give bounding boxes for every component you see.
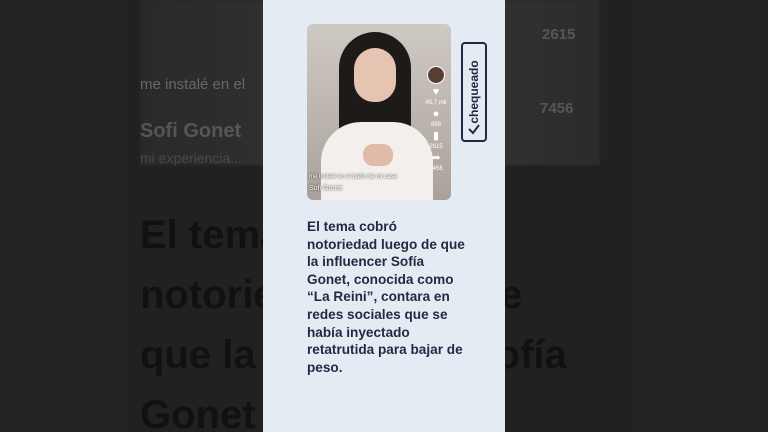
tiktok-video-thumbnail[interactable]: ♥ 45,7 mil ● 889 ▮ 2615 ➦ 7456 me instal… — [307, 24, 451, 200]
shares-count: 7456 — [429, 166, 443, 172]
saves-count: 2615 — [429, 144, 443, 150]
likes-count: 45,7 mil — [425, 100, 447, 106]
comments-count: 889 — [430, 122, 441, 128]
comment-icon[interactable]: ● — [430, 108, 442, 120]
video-caption: me instalé en el baño de mi casa — [309, 174, 397, 180]
bookmark-icon[interactable]: ▮ — [430, 130, 442, 142]
video-username[interactable]: Sofi Gonet — [309, 185, 342, 192]
article-paragraph: El tema cobró notoriedad luego de que la… — [307, 219, 465, 375]
chequeado-logo: chequeado — [461, 42, 487, 142]
person-hands — [363, 144, 393, 166]
person-face — [354, 48, 396, 102]
content-card: ♥ 45,7 mil ● 889 ▮ 2615 ➦ 7456 me instal… — [263, 0, 505, 432]
heart-icon[interactable]: ♥ — [430, 86, 442, 98]
check-mark-icon — [468, 124, 480, 135]
logo-wordmark: chequeado — [467, 60, 481, 124]
video-action-rail: ♥ 45,7 mil ● 889 ▮ 2615 ➦ 7456 — [425, 66, 447, 196]
creator-avatar[interactable] — [427, 66, 445, 84]
share-icon[interactable]: ➦ — [430, 152, 442, 164]
